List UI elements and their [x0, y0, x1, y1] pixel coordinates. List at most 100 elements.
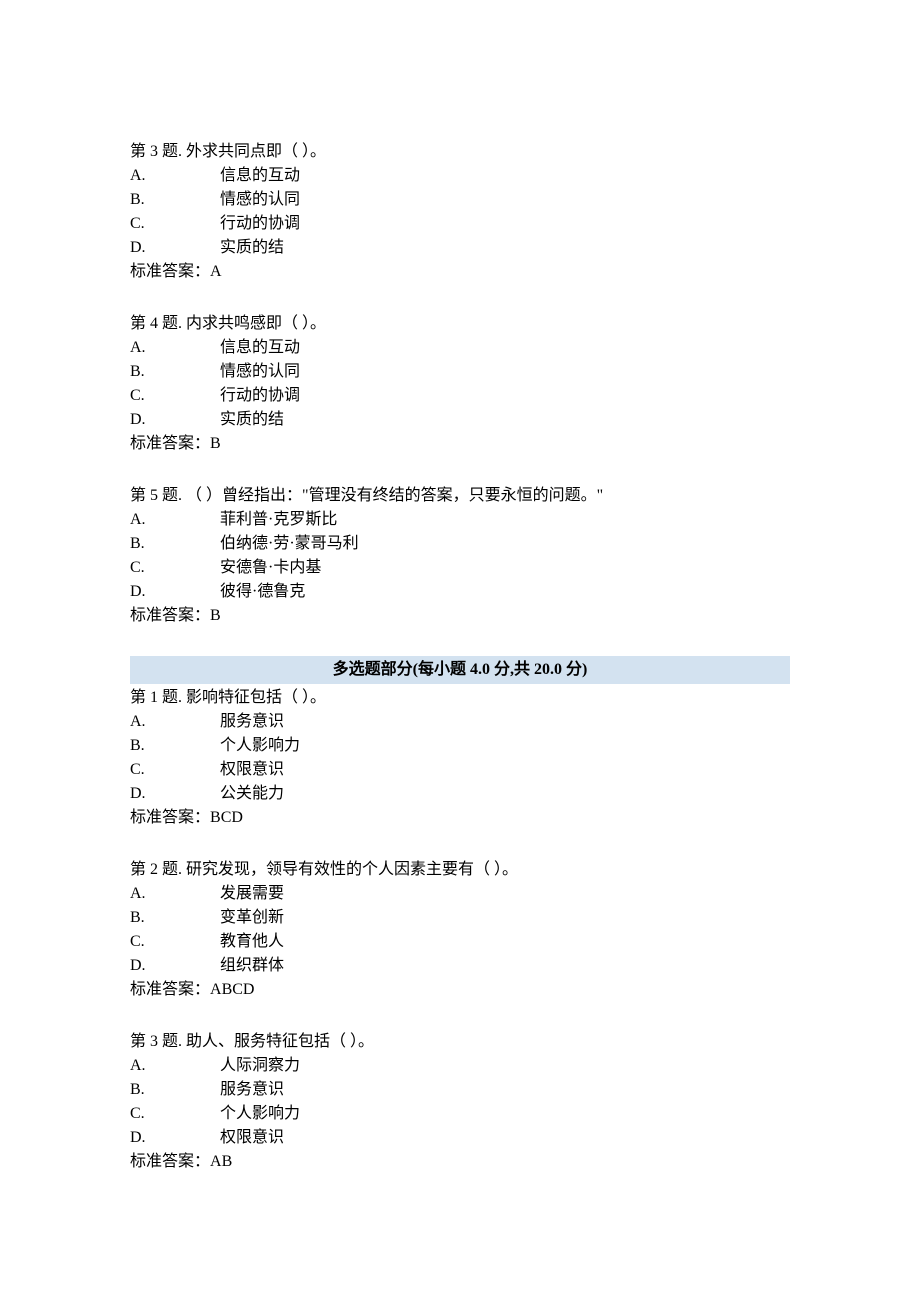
- option-text: 教育他人: [220, 933, 284, 950]
- question-title: 第 5 题. （ ）曾经指出："管理没有终结的答案，只要永恒的问题。": [130, 484, 790, 508]
- answer-value: ABCD: [210, 981, 254, 998]
- answer-value: BCD: [210, 809, 243, 826]
- answer-line: 标准答案：B: [130, 604, 790, 628]
- option-text: 彼得·德鲁克: [220, 583, 305, 600]
- question-multi-1: 第 1 题. 影响特征包括（ ）。 A.服务意识 B.个人影响力 C.权限意识 …: [130, 686, 790, 830]
- option-b: B.情感的认同: [130, 360, 790, 384]
- option-text: 情感的认同: [220, 363, 300, 380]
- option-a: A.信息的互动: [130, 336, 790, 360]
- question-text: 影响特征包括（ ）。: [186, 689, 326, 706]
- answer-line: 标准答案：BCD: [130, 806, 790, 830]
- option-letter: D.: [130, 236, 220, 260]
- option-text: 权限意识: [220, 761, 284, 778]
- option-letter: B.: [130, 360, 220, 384]
- option-text: 个人影响力: [220, 1105, 300, 1122]
- option-letter: A.: [130, 336, 220, 360]
- option-letter: C.: [130, 384, 220, 408]
- option-text: 公关能力: [220, 785, 284, 802]
- question-text: 内求共鸣感即（ ）。: [186, 315, 326, 332]
- question-title: 第 1 题. 影响特征包括（ ）。: [130, 686, 790, 710]
- answer-value: A: [210, 263, 222, 280]
- question-number: 3: [150, 1033, 158, 1050]
- option-a: A.菲利普·克罗斯比: [130, 508, 790, 532]
- question-text: 助人、服务特征包括（ ）。: [186, 1033, 374, 1050]
- option-b: B.变革创新: [130, 906, 790, 930]
- option-a: A.人际洞察力: [130, 1054, 790, 1078]
- answer-prefix: 标准答案：: [130, 809, 210, 826]
- option-letter: C.: [130, 212, 220, 236]
- option-text: 变革创新: [220, 909, 284, 926]
- option-text: 发展需要: [220, 885, 284, 902]
- option-text: 实质的结: [220, 411, 284, 428]
- option-d: D.权限意识: [130, 1126, 790, 1150]
- option-a: A.信息的互动: [130, 164, 790, 188]
- question-number: 3: [150, 143, 158, 160]
- option-c: C.行动的协调: [130, 212, 790, 236]
- option-d: D.实质的结: [130, 236, 790, 260]
- answer-value: B: [210, 607, 221, 624]
- answer-prefix: 标准答案：: [130, 1153, 210, 1170]
- option-text: 服务意识: [220, 1081, 284, 1098]
- option-letter: A.: [130, 164, 220, 188]
- option-b: B.个人影响力: [130, 734, 790, 758]
- question-word-ti: 题.: [162, 689, 182, 706]
- question-prefix: 第: [130, 143, 146, 160]
- option-letter: D.: [130, 408, 220, 432]
- question-text: 研究发现，领导有效性的个人因素主要有（ ）。: [186, 861, 518, 878]
- question-text: 外求共同点即（ ）。: [186, 143, 326, 160]
- option-d: D.实质的结: [130, 408, 790, 432]
- option-letter: C.: [130, 930, 220, 954]
- question-word-ti: 题.: [162, 315, 182, 332]
- question-title: 第 3 题. 外求共同点即（ ）。: [130, 140, 790, 164]
- option-c: C.个人影响力: [130, 1102, 790, 1126]
- question-prefix: 第: [130, 861, 146, 878]
- section-header-multi: 多选题部分(每小题 4.0 分,共 20.0 分): [130, 656, 790, 684]
- answer-prefix: 标准答案：: [130, 607, 210, 624]
- option-text: 人际洞察力: [220, 1057, 300, 1074]
- question-title: 第 3 题. 助人、服务特征包括（ ）。: [130, 1030, 790, 1054]
- option-letter: C.: [130, 1102, 220, 1126]
- option-letter: A.: [130, 508, 220, 532]
- option-a: A.服务意识: [130, 710, 790, 734]
- option-d: D.彼得·德鲁克: [130, 580, 790, 604]
- answer-line: 标准答案：B: [130, 432, 790, 456]
- question-text: （ ）曾经指出："管理没有终结的答案，只要永恒的问题。": [186, 487, 603, 504]
- option-d: D.组织群体: [130, 954, 790, 978]
- option-text: 行动的协调: [220, 387, 300, 404]
- option-letter: A.: [130, 710, 220, 734]
- option-letter: B.: [130, 532, 220, 556]
- option-b: B.伯纳德·劳·蒙哥马利: [130, 532, 790, 556]
- option-letter: D.: [130, 580, 220, 604]
- option-text: 权限意识: [220, 1129, 284, 1146]
- question-title: 第 2 题. 研究发现，领导有效性的个人因素主要有（ ）。: [130, 858, 790, 882]
- question-prefix: 第: [130, 689, 146, 706]
- option-c: C.权限意识: [130, 758, 790, 782]
- option-text: 个人影响力: [220, 737, 300, 754]
- option-letter: D.: [130, 954, 220, 978]
- option-letter: D.: [130, 1126, 220, 1150]
- question-word-ti: 题.: [162, 861, 182, 878]
- question-number: 4: [150, 315, 158, 332]
- question-single-3: 第 3 题. 外求共同点即（ ）。 A.信息的互动 B.情感的认同 C.行动的协…: [130, 140, 790, 284]
- option-letter: C.: [130, 556, 220, 580]
- option-letter: A.: [130, 1054, 220, 1078]
- option-letter: B.: [130, 1078, 220, 1102]
- option-letter: C.: [130, 758, 220, 782]
- option-d: D.公关能力: [130, 782, 790, 806]
- option-text: 伯纳德·劳·蒙哥马利: [220, 535, 359, 552]
- question-single-5: 第 5 题. （ ）曾经指出："管理没有终结的答案，只要永恒的问题。" A.菲利…: [130, 484, 790, 628]
- question-number: 5: [150, 487, 158, 504]
- question-word-ti: 题.: [162, 487, 182, 504]
- option-c: C.安德鲁·卡内基: [130, 556, 790, 580]
- option-c: C.行动的协调: [130, 384, 790, 408]
- option-text: 信息的互动: [220, 339, 300, 356]
- question-multi-3: 第 3 题. 助人、服务特征包括（ ）。 A.人际洞察力 B.服务意识 C.个人…: [130, 1030, 790, 1174]
- question-prefix: 第: [130, 1033, 146, 1050]
- option-text: 安德鲁·卡内基: [220, 559, 321, 576]
- option-letter: A.: [130, 882, 220, 906]
- question-number: 1: [150, 689, 158, 706]
- question-prefix: 第: [130, 315, 146, 332]
- question-word-ti: 题.: [162, 143, 182, 160]
- option-letter: B.: [130, 188, 220, 212]
- question-multi-2: 第 2 题. 研究发现，领导有效性的个人因素主要有（ ）。 A.发展需要 B.变…: [130, 858, 790, 1002]
